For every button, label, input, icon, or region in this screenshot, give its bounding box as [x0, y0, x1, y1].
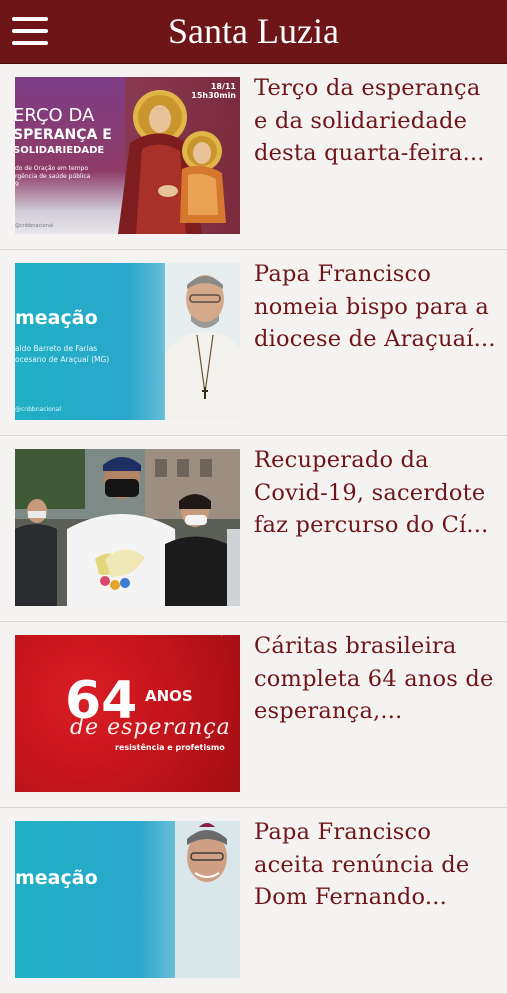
- thumb-date-day: 18/11: [210, 82, 236, 91]
- news-headline: Cáritas brasileira completa 64 anos de e…: [254, 633, 494, 724]
- street-procession-photo: [15, 449, 240, 606]
- news-thumbnail: ERÇO DA SPERANÇA E SOLIDARIEDADE do de O…: [15, 77, 240, 234]
- news-item[interactable]: ERÇO DA SPERANÇA E SOLIDARIEDADE do de O…: [0, 64, 507, 250]
- thumb-handle: @cnbbnacional: [15, 406, 61, 413]
- news-headline: Recuperado da Covid-19, sacerdote faz pe…: [254, 447, 489, 538]
- bishop-portrait-image: [165, 263, 240, 420]
- thumb-text: 9: [15, 181, 19, 188]
- thumb-text: meação: [15, 307, 98, 329]
- thumb-subline: ocesano de Araçuaí (MG): [15, 355, 110, 364]
- thumb-date: 18/11 15h30min: [191, 82, 236, 100]
- news-list: ERÇO DA SPERANÇA E SOLIDARIEDADE do de O…: [0, 64, 507, 994]
- thumb-text: meação: [15, 867, 98, 889]
- news-thumbnail: [15, 449, 240, 606]
- app-title: Santa Luzia: [168, 11, 339, 51]
- thumb-text: ERÇO DA: [15, 105, 95, 126]
- thumb-text: de esperança: [70, 715, 231, 740]
- thumb-text: SPERANÇA E: [15, 127, 112, 143]
- news-headline: Papa Francisco nomeia bispo para a dioce…: [254, 261, 496, 352]
- news-thumbnail: meação aldo Barreto de Farias ocesano de…: [15, 263, 240, 420]
- madonna-icon-image: [118, 90, 226, 234]
- thumb-handle: @cnbbnacional: [15, 223, 54, 229]
- thumb-text: rgência de saúde pública: [15, 173, 91, 180]
- news-item[interactable]: 64 ANOS de esperança resistência e profe…: [0, 622, 507, 808]
- thumb-date-time: 15h30min: [191, 91, 236, 100]
- thumb-text: SOLIDARIEDADE: [15, 145, 105, 156]
- news-item[interactable]: meação Papa Francisco aceita renúncia de…: [0, 808, 507, 994]
- thumb-text: resistência e profetismo: [115, 743, 225, 752]
- logo-arc-icon: [204, 635, 240, 681]
- news-item[interactable]: Recuperado da Covid-19, sacerdote faz pe…: [0, 436, 507, 622]
- news-item[interactable]: meação aldo Barreto de Farias ocesano de…: [0, 250, 507, 436]
- thumb-text: ANOS: [145, 687, 193, 705]
- thumb-text: do de Oração em tempo: [15, 165, 89, 172]
- app-bar: Santa Luzia: [0, 0, 507, 64]
- news-headline: Papa Francisco aceita renúncia de Dom Fe…: [254, 819, 470, 910]
- thumb-subline: aldo Barreto de Farias: [15, 344, 98, 353]
- news-headline: Terço da esperança e da solidariedade de…: [254, 75, 485, 166]
- news-thumbnail: 64 ANOS de esperança resistência e profe…: [15, 635, 240, 792]
- thumb-text: aldo Barreto de Farias ocesano de Araçua…: [15, 343, 109, 365]
